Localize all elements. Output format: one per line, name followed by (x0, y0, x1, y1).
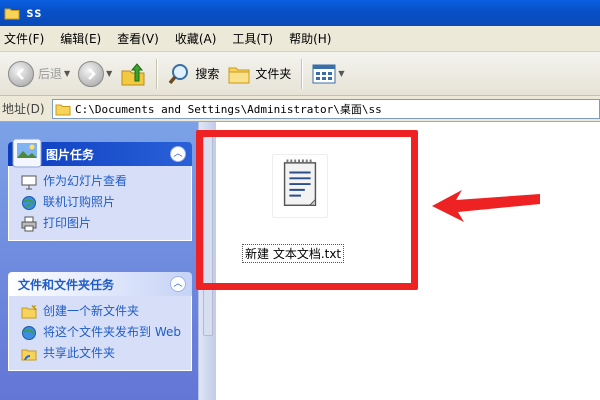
new-folder-icon (21, 304, 37, 319)
scroll-thumb[interactable] (203, 136, 213, 336)
toolbar: 后退 ▼ ▼ 搜索 文件夹 ▼ (0, 52, 600, 96)
task-label: 联机订购照片 (43, 195, 116, 209)
notepad-file-icon (272, 154, 328, 218)
folders-icon (228, 67, 250, 83)
printer-icon (21, 216, 37, 232)
menu-bar: 文件(F) 编辑(E) 查看(V) 收藏(A) 工具(T) 帮助(H) (0, 26, 600, 52)
task-slideshow[interactable]: 作为幻灯片查看 (21, 174, 185, 190)
file-item[interactable]: 新建 文本文档.txt (240, 130, 360, 263)
toolbar-separator (301, 58, 303, 89)
file-folder-tasks-body: 创建一个新文件夹 将这个文件夹发布到 Web 共享此文件夹 (8, 296, 192, 371)
menu-tools[interactable]: 工具(T) (224, 30, 281, 47)
folders-button[interactable]: 文件夹 (223, 56, 295, 92)
address-input[interactable]: C:\Documents and Settings\Administrator\… (52, 98, 600, 119)
task-label: 将这个文件夹发布到 Web (43, 325, 181, 339)
picture-tasks-title: 图片任务 (46, 147, 95, 162)
share-folder-icon (21, 349, 37, 361)
back-arrow-icon (8, 60, 34, 87)
menu-view[interactable]: 查看(V) (109, 30, 167, 47)
back-button[interactable]: 后退 ▼ (4, 56, 74, 92)
task-label: 共享此文件夹 (43, 346, 116, 360)
folder-icon (55, 104, 71, 115)
address-bar: 地址(D) C:\Documents and Settings\Administ… (0, 96, 600, 122)
collapse-chevron-icon[interactable]: ︿ (170, 276, 186, 292)
file-name[interactable]: 新建 文本文档.txt (242, 244, 345, 263)
pane-splitter[interactable] (198, 122, 216, 400)
picture-tasks-panel: 图片任务 ︿ 作为幻灯片查看 联机订购照片 打印图片 (8, 138, 192, 241)
title-bar[interactable]: ss (0, 0, 600, 26)
task-print[interactable]: 打印图片 (21, 216, 185, 232)
address-path: C:\Documents and Settings\Administrator\… (75, 102, 382, 116)
task-share-folder[interactable]: 共享此文件夹 (21, 346, 185, 362)
picture-tasks-icon (12, 138, 42, 168)
views-grid-icon (312, 64, 336, 83)
folders-label: 文件夹 (255, 67, 292, 81)
search-button[interactable]: 搜索 (163, 56, 223, 92)
picture-tasks-body: 作为幻灯片查看 联机订购照片 打印图片 (8, 166, 192, 241)
file-view[interactable]: 新建 文本文档.txt (216, 122, 600, 400)
forward-arrow-icon (78, 60, 105, 87)
forward-button[interactable]: ▼ (74, 56, 116, 92)
task-new-folder[interactable]: 创建一个新文件夹 (21, 304, 185, 320)
toolbar-separator (156, 58, 158, 89)
folder-icon (4, 8, 20, 20)
up-folder-icon (121, 62, 145, 85)
globe-icon (22, 196, 36, 210)
back-label: 后退 (38, 67, 63, 81)
search-label: 搜索 (195, 67, 220, 81)
task-order-prints[interactable]: 联机订购照片 (21, 195, 185, 211)
file-folder-tasks-header[interactable]: 文件和文件夹任务 ︿ (8, 272, 192, 296)
menu-help[interactable]: 帮助(H) (281, 30, 339, 47)
publish-globe-icon (22, 326, 36, 340)
task-label: 打印图片 (43, 216, 92, 230)
task-label: 创建一个新文件夹 (43, 304, 140, 318)
collapse-chevron-icon[interactable]: ︿ (170, 146, 186, 162)
back-dropdown-icon[interactable]: ▼ (64, 69, 70, 78)
up-folder-button[interactable] (116, 56, 150, 92)
views-button[interactable]: ▼ (308, 56, 348, 92)
task-pane: 图片任务 ︿ 作为幻灯片查看 联机订购照片 打印图片 文件和文件夹任务 ︿ 创建… (0, 122, 198, 400)
search-icon (168, 63, 189, 84)
slideshow-icon (21, 175, 37, 190)
task-label: 作为幻灯片查看 (43, 174, 128, 188)
views-dropdown-icon[interactable]: ▼ (338, 69, 344, 78)
address-label: 地址(D) (2, 102, 45, 116)
menu-edit[interactable]: 编辑(E) (52, 30, 109, 47)
menu-favorites[interactable]: 收藏(A) (167, 30, 225, 47)
forward-dropdown-icon[interactable]: ▼ (106, 69, 112, 78)
menu-file[interactable]: 文件(F) (0, 30, 52, 47)
task-publish-web[interactable]: 将这个文件夹发布到 Web (21, 325, 185, 341)
file-folder-tasks-panel: 文件和文件夹任务 ︿ 创建一个新文件夹 将这个文件夹发布到 Web 共享此文件夹 (8, 272, 192, 371)
file-folder-tasks-title: 文件和文件夹任务 (18, 277, 115, 292)
window-title: ss (26, 5, 42, 21)
